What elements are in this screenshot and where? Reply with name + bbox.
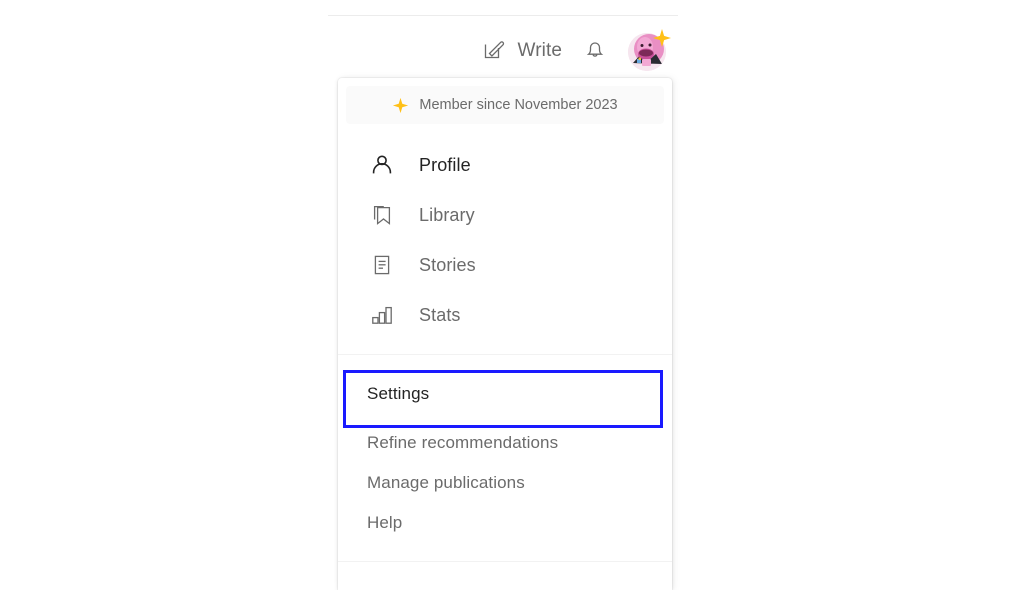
write-pencil-square-icon: [480, 35, 508, 68]
person-icon: [369, 152, 395, 178]
menu-item-stats[interactable]: Stats: [338, 290, 672, 340]
menu-section-primary: Profile Library Stories Stats: [338, 124, 672, 354]
top-navigation-bar: Write: [328, 15, 678, 78]
menu-item-settings[interactable]: Settings: [338, 365, 672, 423]
star-sparkle-icon: [392, 97, 409, 114]
write-button-label: Write: [517, 40, 562, 61]
document-icon: [369, 252, 395, 278]
membership-banner[interactable]: Member since November 2023: [346, 86, 664, 124]
page-root: Write Member since November 2023 Profile…: [0, 0, 1024, 590]
menu-item-profile[interactable]: Profile: [338, 140, 672, 190]
menu-item-library[interactable]: Library: [338, 190, 672, 240]
topbar-actions: Write: [470, 28, 672, 72]
menu-item-stories[interactable]: Stories: [338, 240, 672, 290]
menu-divider-bottom: [338, 561, 672, 562]
membership-banner-label: Member since November 2023: [419, 97, 618, 113]
bell-icon: [582, 36, 608, 67]
menu-section-secondary: Settings Refine recommendations Manage p…: [338, 355, 672, 543]
menu-item-refine-recommendations-label: Refine recommendations: [367, 433, 559, 452]
menu-item-refine-recommendations[interactable]: Refine recommendations: [338, 423, 672, 463]
account-dropdown-menu: Member since November 2023 Profile Libra…: [338, 78, 672, 590]
menu-item-stories-label: Stories: [419, 254, 476, 275]
bar-chart-icon: [369, 302, 395, 328]
menu-item-library-label: Library: [419, 204, 475, 225]
menu-item-manage-publications[interactable]: Manage publications: [338, 463, 672, 503]
menu-item-manage-publications-label: Manage publications: [367, 473, 525, 492]
menu-item-profile-label: Profile: [419, 154, 471, 175]
bookmark-icon: [369, 202, 395, 228]
avatar[interactable]: [628, 28, 672, 72]
notifications-button[interactable]: [572, 33, 618, 69]
menu-item-settings-label: Settings: [367, 384, 430, 403]
star-sparkle-icon: [652, 28, 672, 48]
menu-item-help[interactable]: Help: [338, 503, 672, 543]
menu-item-help-label: Help: [367, 513, 403, 532]
write-button[interactable]: Write: [470, 31, 572, 72]
menu-item-stats-label: Stats: [419, 304, 461, 325]
